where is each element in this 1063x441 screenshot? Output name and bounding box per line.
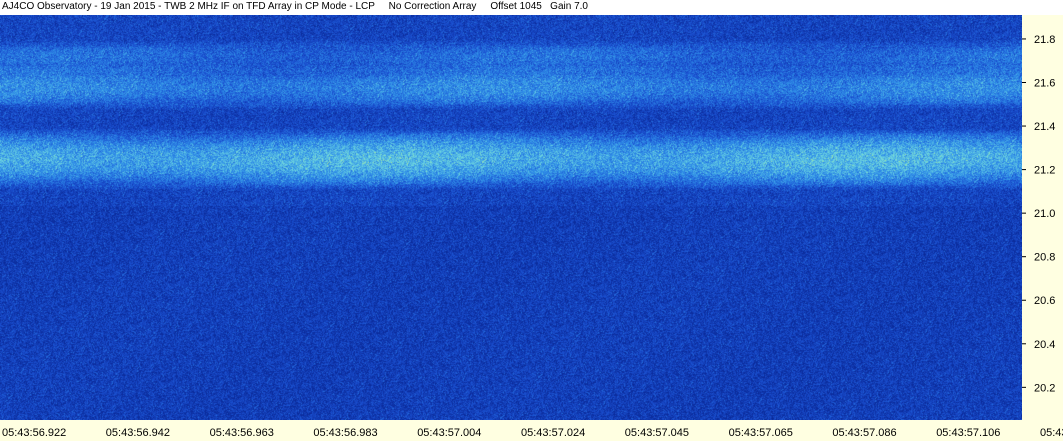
y-tick-label: 20.6: [1034, 295, 1055, 307]
x-tick-label: 05:43:57.045: [625, 427, 689, 439]
y-tick-label: 20.2: [1034, 382, 1055, 394]
y-tick-label: 21.0: [1034, 208, 1055, 220]
x-tick-label: 05:43:57.065: [729, 427, 793, 439]
x-tick-label: 05:43:57.024: [521, 427, 585, 439]
y-tick-label: 20.4: [1034, 339, 1055, 351]
y-tick-label: 21.8: [1034, 34, 1055, 46]
x-tick-label: 05:43:56.963: [210, 427, 274, 439]
chart-axes: 21.8 21.6 21.4 21.2 21.0 20.8 20.6 20.4 20.2 05:4…: [2, 34, 1063, 439]
x-tick-label: 05:43:57.106: [936, 427, 1000, 439]
x-tick-label: 05:43:57.086: [832, 427, 896, 439]
x-tick-label: 05:43:57.127: [1040, 427, 1063, 439]
y-tick-label: 21.2: [1034, 165, 1055, 177]
x-tick-label: 05:43:56.942: [106, 427, 170, 439]
y-tick-label: 21.4: [1034, 121, 1055, 133]
x-tick-label: 05:43:56.922: [2, 427, 66, 439]
y-tick-label: 20.8: [1034, 252, 1055, 264]
x-tick-label: 05:43:57.004: [417, 427, 481, 439]
x-tick-label: 05:43:56.983: [313, 427, 377, 439]
y-tick-label: 21.6: [1034, 78, 1055, 90]
